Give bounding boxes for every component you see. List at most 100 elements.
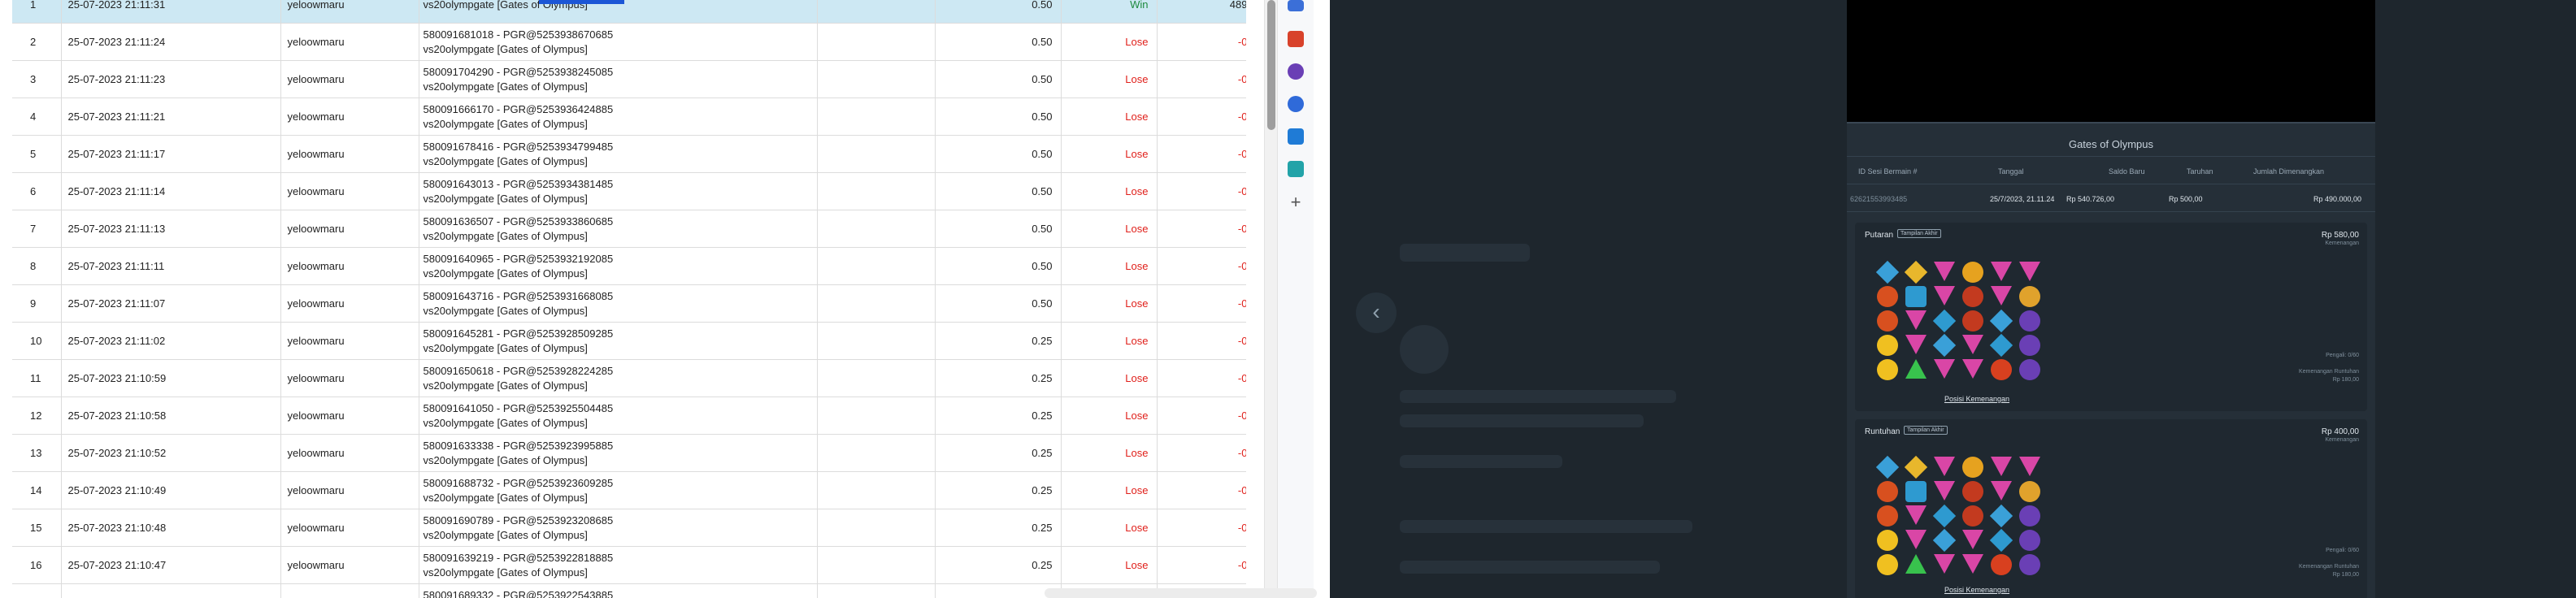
table-scrollbar-thumb[interactable] xyxy=(1267,0,1275,130)
winning-positions-link[interactable]: Posisi Kemenangan xyxy=(1855,395,2099,403)
row-game-name: vs20olympgate [Gates of Olympus] xyxy=(423,192,588,205)
row-timestamp: 25-07-2023 21:10:52 xyxy=(61,434,281,472)
table-row[interactable]: 3 25-07-2023 21:11:23 yeloowmaru 5800917042… xyxy=(12,60,1246,98)
tumble-section: Runtuhan Tampilan Akhir Rp 400,00 Kemena… xyxy=(1855,419,2367,598)
row-transaction-id: 580091641050 - PGR@5253925504485 xyxy=(423,401,614,414)
table-row[interactable]: 9 25-07-2023 21:11:07 yeloowmaru 5800916437… xyxy=(12,284,1246,323)
row-number: 4 xyxy=(12,98,62,136)
row-empty-cell xyxy=(817,0,936,24)
table-row[interactable]: 8 25-07-2023 21:11:11 yeloowmaru 5800916409… xyxy=(12,247,1246,285)
table-row[interactable]: 6 25-07-2023 21:11:14 yeloowmaru 5800916430… xyxy=(12,172,1246,210)
table-row[interactable]: 10 25-07-2023 21:11:02 yeloowmaru 580091645… xyxy=(12,322,1246,360)
briefcase-icon[interactable] xyxy=(1288,31,1304,47)
section-tumble-amount: Rp 180,00 xyxy=(2332,377,2359,383)
table-scrollbar[interactable] xyxy=(1264,0,1277,598)
row-amount: -0.50 xyxy=(1157,210,1246,248)
gem-symbol-icon xyxy=(2018,505,2040,526)
row-game-name: vs20olympgate [Gates of Olympus] xyxy=(423,266,588,280)
table-row[interactable]: 7 25-07-2023 21:11:13 yeloowmaru 5800916365… xyxy=(12,210,1246,248)
row-bet: 0.50 xyxy=(935,247,1062,285)
row-game-name: vs20olympgate [Gates of Olympus] xyxy=(423,416,588,429)
row-bet: 0.50 xyxy=(935,60,1062,98)
table-row[interactable]: 2 25-07-2023 21:11:24 yeloowmaru 5800916810… xyxy=(12,23,1246,61)
row-transaction-id: 580091681018 - PGR@5253938670685 xyxy=(423,28,614,41)
settings-icon[interactable] xyxy=(1288,96,1304,112)
table-row[interactable]: 1 25-07-2023 21:11:31 yeloowmaru vs20olympg… xyxy=(12,0,1246,24)
gem-symbol-icon xyxy=(2018,262,2040,281)
row-result: Lose xyxy=(1061,396,1158,435)
gem-symbol-icon xyxy=(2018,481,2040,502)
gem-symbol-icon xyxy=(1875,455,1899,479)
winning-positions-link[interactable]: Posisi Kemenangan xyxy=(1855,586,2099,594)
row-reference: 580091666170 - PGR@5253936424885 vs20olym… xyxy=(419,98,818,136)
row-bet: 0.25 xyxy=(935,546,1062,584)
horizontal-scrollbar[interactable] xyxy=(1045,588,1317,598)
row-reference: 580091688732 - PGR@5253923609285 vs20olym… xyxy=(419,471,818,509)
row-bet: 0.50 xyxy=(935,284,1062,323)
table-row[interactable]: 13 25-07-2023 21:10:52 yeloowmaru 580091633… xyxy=(12,434,1246,472)
row-transaction-id: 580091688732 - PGR@5253923609285 xyxy=(423,476,614,489)
add-extension-icon[interactable]: + xyxy=(1287,193,1305,211)
row-empty-cell xyxy=(817,23,936,61)
row-username: yeloowmaru xyxy=(280,247,419,285)
section-badge[interactable]: Tampilan Akhir xyxy=(1897,229,1941,238)
row-transaction-id: 580091640965 - PGR@5253932192085 xyxy=(423,252,614,265)
transaction-table-panel: 1 25-07-2023 21:11:31 yeloowmaru vs20olympg… xyxy=(0,0,1246,598)
row-transaction-id: 580091650618 - PGR@5253928224285 xyxy=(423,364,614,377)
table-row[interactable]: 4 25-07-2023 21:11:21 yeloowmaru 5800916661… xyxy=(12,98,1246,136)
gem-symbol-icon xyxy=(1989,504,2013,528)
gem-symbol-icon xyxy=(1875,260,1899,284)
table-row[interactable]: 11 25-07-2023 21:10:59 yeloowmaru 580091650… xyxy=(12,359,1246,397)
section-badge[interactable]: Tampilan Akhir xyxy=(1904,426,1948,435)
gem-symbol-icon xyxy=(1990,481,2012,500)
row-amount: -0.25 xyxy=(1157,359,1246,397)
row-number: 17 xyxy=(12,583,62,598)
gem-symbol-icon xyxy=(1876,310,1898,332)
user-icon[interactable] xyxy=(1288,63,1304,80)
row-username: yeloowmaru xyxy=(280,546,419,584)
row-timestamp: 25-07-2023 21:11:13 xyxy=(61,210,281,248)
gem-symbol-icon xyxy=(1961,481,1983,502)
row-bet: 0.25 xyxy=(935,509,1062,547)
row-transaction-id: 580091704290 - PGR@5253938245085 xyxy=(423,65,614,78)
section-sub: Kemenangan xyxy=(2325,437,2359,443)
row-game-name: vs20olympgate [Gates of Olympus] xyxy=(423,379,588,392)
row-amount: -0.14 xyxy=(1157,135,1246,173)
gem-symbol-icon xyxy=(1961,262,1983,283)
row-reference: 580091641050 - PGR@5253925504485 vs20olym… xyxy=(419,396,818,435)
table-row[interactable]: 12 25-07-2023 21:10:58 yeloowmaru 580091641… xyxy=(12,396,1246,435)
gem-symbol-icon xyxy=(1932,333,1956,358)
table-row[interactable]: 15 25-07-2023 21:10:48 yeloowmaru 580091690… xyxy=(12,509,1246,547)
gem-symbol-icon xyxy=(1989,309,2013,333)
gem-symbol-icon xyxy=(1933,481,1955,500)
gem-symbol-icon xyxy=(1876,335,1898,356)
tag-icon[interactable] xyxy=(1288,0,1304,11)
row-empty-cell xyxy=(817,172,936,210)
row-reference: 580091650618 - PGR@5253928224285 vs20olym… xyxy=(419,359,818,397)
gem-symbol-icon xyxy=(1933,359,1955,379)
row-result: Lose xyxy=(1061,60,1158,98)
session-id-value: 62621553993485 xyxy=(1850,195,1908,203)
row-empty-cell xyxy=(817,322,936,360)
table-row[interactable]: 5 25-07-2023 21:11:17 yeloowmaru 5800916784… xyxy=(12,135,1246,173)
row-number: 12 xyxy=(12,396,62,435)
game-video-area xyxy=(1847,0,2375,122)
outlook-icon[interactable] xyxy=(1288,128,1304,145)
row-reference: 580091643716 - PGR@5253931668085 vs20olym… xyxy=(419,284,818,323)
row-username: yeloowmaru xyxy=(280,284,419,323)
row-empty-cell xyxy=(817,434,936,472)
table-row[interactable]: 16 25-07-2023 21:10:47 yeloowmaru 580091639… xyxy=(12,546,1246,584)
row-number: 16 xyxy=(12,546,62,584)
gem-symbol-icon xyxy=(1905,335,1927,354)
row-reference: 580091643013 - PGR@5253934381485 vs20olym… xyxy=(419,172,818,210)
row-result: Lose xyxy=(1061,135,1158,173)
cart-icon[interactable] xyxy=(1288,161,1304,177)
row-username: yeloowmaru xyxy=(280,0,419,24)
table-row[interactable]: 14 25-07-2023 21:10:49 yeloowmaru 580091688… xyxy=(12,471,1246,509)
back-button[interactable]: ‹ xyxy=(1356,292,1397,333)
row-number: 10 xyxy=(12,322,62,360)
row-number: 9 xyxy=(12,284,62,323)
row-empty-cell xyxy=(817,509,936,547)
row-bet: 0.50 xyxy=(935,135,1062,173)
row-bet: 0.50 xyxy=(935,98,1062,136)
